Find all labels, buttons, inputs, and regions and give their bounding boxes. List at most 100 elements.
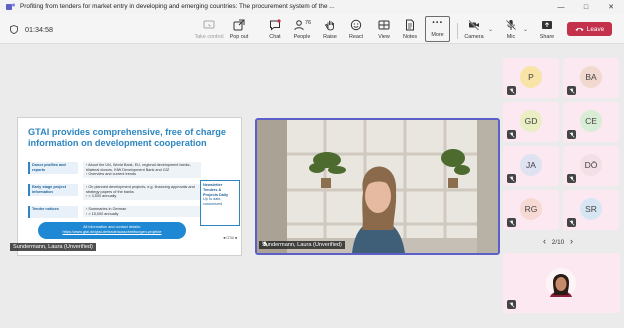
phone-hang-up-icon — [575, 27, 584, 31]
view-button[interactable]: View — [374, 17, 394, 43]
video-feed — [257, 120, 498, 253]
mic-off-icon — [506, 20, 516, 30]
more-button[interactable]: ··· More — [425, 16, 450, 42]
meeting-timer: 01:34:58 — [25, 25, 53, 34]
slide-row-bullets: › On planned development projects, e.g. … — [83, 184, 201, 200]
meeting-toolbar: 01:34:58 Take control Pop out Chat 76 Pe… — [0, 14, 624, 44]
share-label: Share — [539, 34, 555, 40]
slide-contact-banner: All information and contact details: htt… — [38, 222, 186, 239]
title-bar: Profiting from tenders for market entry … — [0, 0, 624, 14]
presenter-name-label: Sundermann, Laura (Unverified) — [10, 243, 96, 251]
muted-icon — [567, 130, 576, 139]
mic-button[interactable]: Mic — [501, 17, 521, 43]
notes-label: Notes — [402, 34, 418, 40]
slide-row-label: Early stage project information — [28, 184, 78, 196]
people-label: People — [293, 34, 311, 40]
slide-bullet: › About the UN, World Bank, EU, regional… — [86, 163, 191, 172]
take-control-label: Take control — [194, 34, 224, 40]
participant-tile[interactable]: DÖ — [563, 146, 619, 186]
participant-tile[interactable]: RG — [503, 190, 559, 230]
take-control-button[interactable]: Take control — [194, 17, 224, 43]
camera-button[interactable]: Camera — [463, 17, 485, 43]
slide-footer: ■ GTAI ■ — [223, 236, 237, 240]
pop-out-button[interactable]: Pop out — [226, 17, 252, 43]
view-label: View — [378, 34, 390, 40]
more-icon: ··· — [432, 17, 443, 29]
participant-tile[interactable]: SR — [563, 190, 619, 230]
close-window-button[interactable]: ✕ — [602, 0, 620, 14]
avatar: CE — [580, 110, 602, 132]
avatar: RG — [520, 198, 542, 220]
muted-icon — [507, 174, 516, 183]
participant-video-feed — [546, 268, 576, 298]
slide-row-bullets: › Summaries in German › > 15,000 annuall… — [83, 206, 201, 217]
notes-icon — [406, 19, 414, 31]
raise-label: Raise — [323, 34, 337, 40]
muted-icon — [507, 130, 516, 139]
slide-bullet: › On planned development projects, e.g. … — [86, 185, 195, 194]
leave-button[interactable]: Leave — [567, 22, 612, 36]
slide-bullet: › Overview and current trends — [86, 172, 137, 177]
next-page-icon[interactable]: › — [570, 236, 573, 246]
presenter-video-tile[interactable]: Sundermann, Laura (Unverified) — [255, 118, 500, 255]
shield-icon — [10, 25, 18, 34]
avatar: DÖ — [580, 154, 602, 176]
muted-icon — [567, 86, 576, 95]
mic-label: Mic — [506, 34, 516, 40]
more-label: More — [431, 32, 444, 38]
avatar: P — [520, 66, 542, 88]
participant-tile[interactable]: CE — [563, 102, 619, 142]
take-control-icon — [203, 20, 215, 29]
minimize-button[interactable]: — — [552, 0, 570, 14]
chat-icon — [270, 19, 281, 31]
pop-out-icon — [233, 19, 245, 31]
participant-tile[interactable]: GD — [503, 102, 559, 142]
gallery-pager: ‹ 2/10 › — [543, 236, 573, 246]
muted-mic-icon — [262, 241, 268, 247]
participant-tile[interactable]: BA — [563, 58, 619, 98]
video-name-label: Sundermann, Laura (Unverified) — [259, 241, 345, 249]
maximize-button[interactable]: □ — [577, 0, 595, 14]
slide-row-label: Donor profiles and reports — [28, 162, 78, 174]
mic-options-chevron-icon[interactable]: ⌄ — [523, 26, 528, 33]
muted-icon — [507, 300, 516, 309]
slide-bullet: › > 3,500 annually — [86, 194, 117, 199]
muted-icon — [507, 218, 516, 227]
share-icon — [542, 21, 552, 29]
camera-options-chevron-icon[interactable]: ⌄ — [488, 26, 493, 33]
avatar: BA — [580, 66, 602, 88]
avatar: SR — [580, 198, 602, 220]
raise-hand-button[interactable]: Raise — [320, 17, 340, 43]
slide-newsletter-box: Newsletter Tenders & Projects Daily Up t… — [200, 180, 240, 226]
chat-button[interactable]: Chat — [265, 17, 285, 43]
react-icon — [350, 19, 362, 31]
slide-row-bullets: › About the UN, World Bank, EU, regional… — [83, 162, 201, 178]
teams-logo-icon — [6, 3, 15, 10]
muted-icon — [507, 86, 516, 95]
camera-off-icon — [468, 20, 479, 31]
previous-page-icon[interactable]: ‹ — [543, 236, 546, 246]
chat-label: Chat — [269, 34, 281, 40]
page-indicator: 2/10 — [551, 239, 565, 246]
camera-label: Camera — [464, 34, 484, 40]
participant-tile[interactable]: JA — [503, 146, 559, 186]
participant-video-tile[interactable] — [503, 253, 620, 313]
avatar: GD — [520, 110, 542, 132]
participant-count: 76 — [304, 20, 312, 26]
slide-row-label: Tender notices — [28, 206, 78, 218]
people-icon — [294, 20, 304, 31]
pop-out-label: Pop out — [229, 34, 249, 40]
share-button[interactable]: Share — [537, 17, 557, 43]
toolbar-divider — [457, 23, 458, 39]
view-icon — [378, 20, 390, 30]
notes-button[interactable]: Notes — [400, 17, 420, 43]
people-button[interactable]: 76 People — [290, 17, 314, 43]
participant-tile[interactable]: P — [503, 58, 559, 98]
raise-hand-icon — [325, 20, 334, 31]
react-button[interactable]: React — [346, 17, 366, 43]
shared-screen[interactable]: GTAI provides comprehensive, free of cha… — [17, 117, 242, 256]
window-title: Profiting from tenders for market entry … — [20, 3, 335, 10]
muted-icon — [567, 218, 576, 227]
muted-icon — [567, 174, 576, 183]
react-label: React — [348, 34, 364, 40]
